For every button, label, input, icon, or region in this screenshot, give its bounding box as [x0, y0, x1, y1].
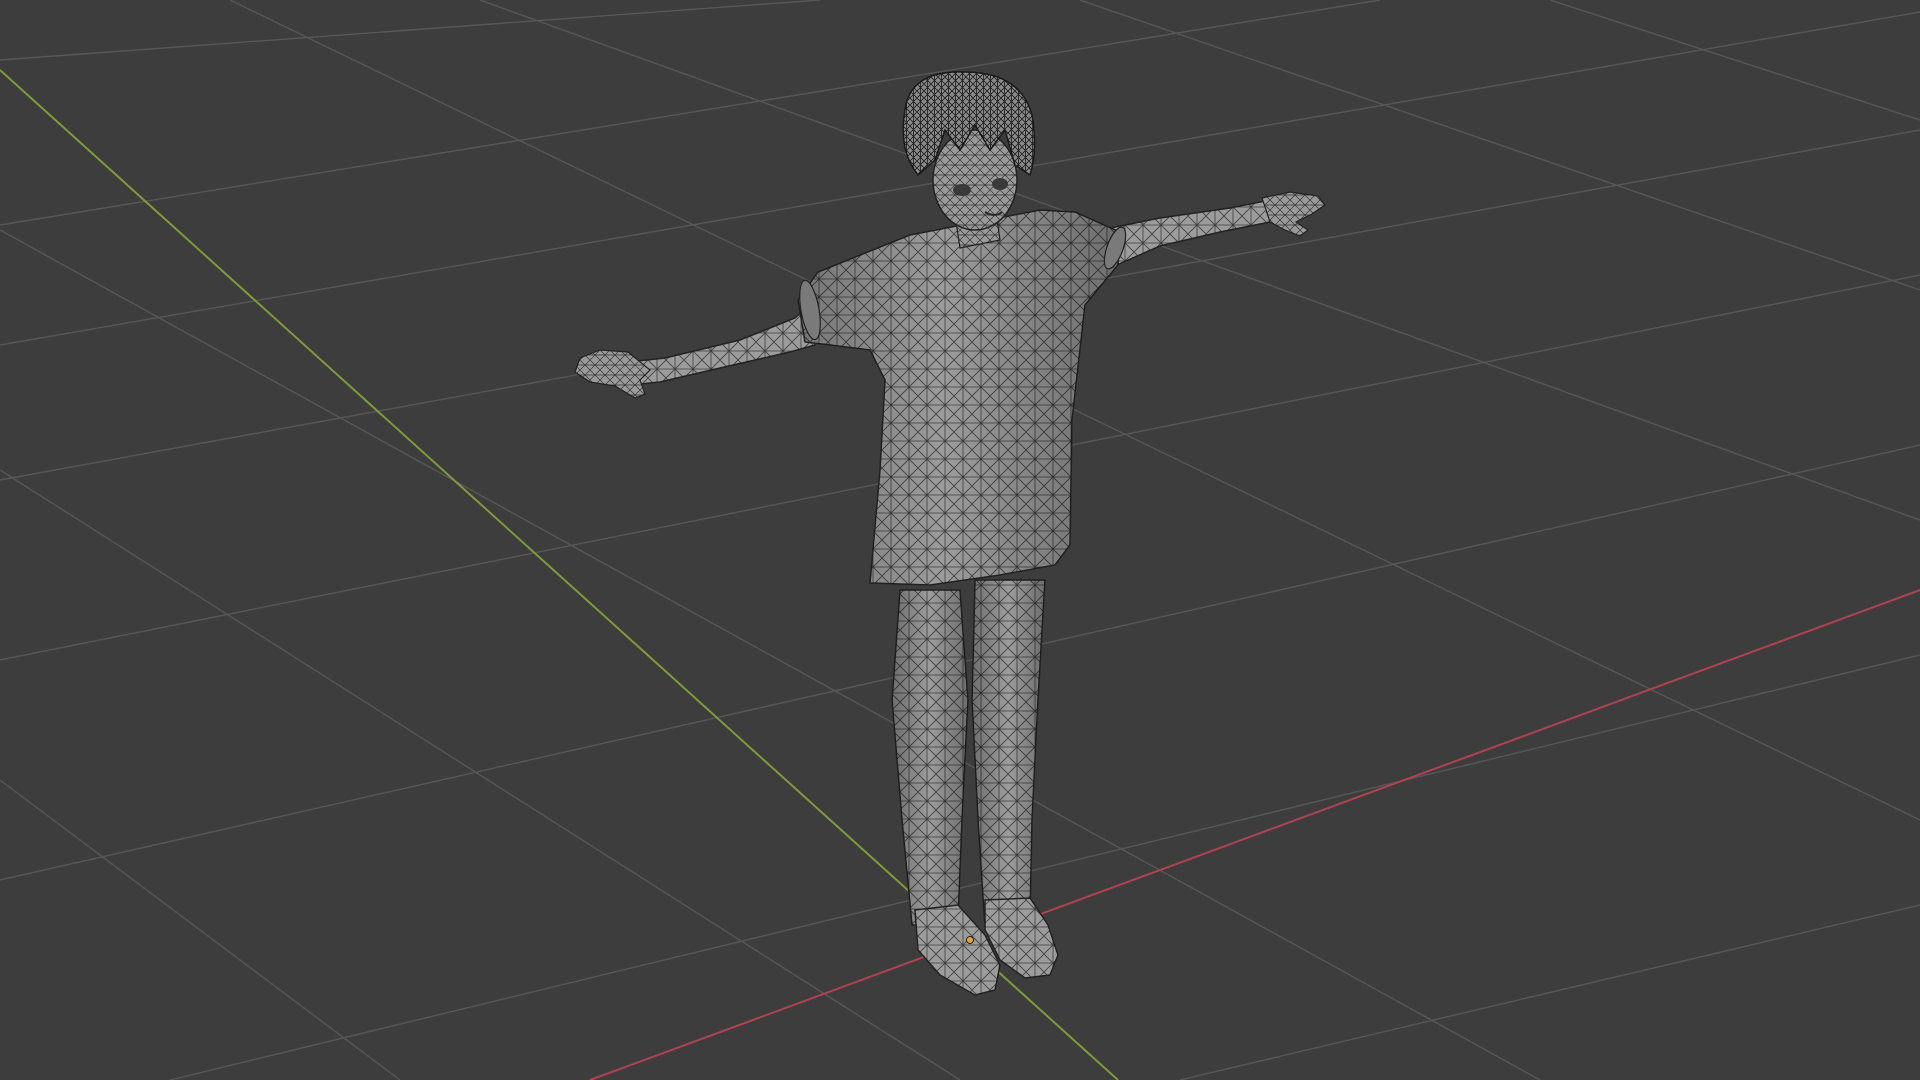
left-eye — [953, 184, 971, 196]
3d-viewport[interactable] — [0, 0, 1920, 1080]
grid-line — [1079, 0, 1920, 291]
grid-line — [169, 654, 1920, 1080]
grid-line — [229, 0, 1920, 821]
grid-line — [0, 0, 821, 61]
character-mesh[interactable] — [574, 71, 1326, 996]
right-hand — [1261, 191, 1326, 237]
object-origin — [966, 936, 974, 944]
grid-line — [0, 779, 401, 1080]
grid-line — [1179, 904, 1920, 1080]
viewport-canvas[interactable] — [0, 0, 1920, 1080]
grid-line — [1549, 0, 1920, 121]
left-hand — [574, 349, 651, 399]
right-eye — [992, 178, 1008, 190]
grid-line — [0, 0, 1381, 226]
grid-line — [0, 469, 961, 1080]
x-axis-line — [589, 589, 1920, 1080]
grid-line — [479, 0, 1920, 521]
